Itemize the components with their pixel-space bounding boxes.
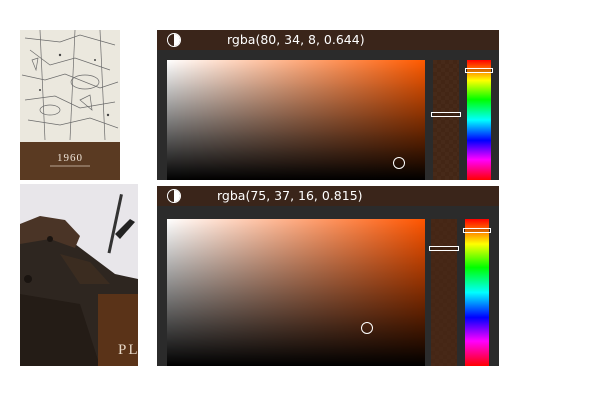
color-picker: rgba(80, 34, 8, 0.644) bbox=[157, 30, 499, 180]
map-1960-thumbnail[interactable]: 1960 bbox=[20, 30, 120, 180]
hue-slider-handle[interactable] bbox=[465, 68, 493, 73]
hue-slider[interactable] bbox=[465, 60, 493, 180]
contrast-icon[interactable] bbox=[167, 33, 181, 47]
hue-slider[interactable] bbox=[463, 219, 491, 366]
color-value-text: rgba(75, 37, 16, 0.815) bbox=[217, 188, 363, 203]
alpha-slider[interactable] bbox=[431, 60, 461, 180]
saturation-value-area[interactable] bbox=[167, 219, 425, 366]
alpha-slider-handle[interactable] bbox=[431, 112, 461, 117]
map-thumbnail-caption: 1960 bbox=[57, 152, 83, 164]
alpha-fill bbox=[433, 60, 459, 180]
saturation-value-area[interactable] bbox=[167, 60, 425, 180]
color-picker-header: rgba(80, 34, 8, 0.644) bbox=[157, 30, 499, 50]
hue-slider-handle[interactable] bbox=[463, 228, 491, 233]
shipwreck-thumbnail[interactable]: PL bbox=[20, 184, 138, 366]
color-picker: rgba(75, 37, 16, 0.815) bbox=[157, 186, 499, 366]
contrast-icon[interactable] bbox=[167, 189, 181, 203]
saturation-value-handle[interactable] bbox=[393, 157, 405, 169]
alpha-slider-handle[interactable] bbox=[429, 246, 459, 251]
alpha-slider[interactable] bbox=[429, 219, 459, 366]
shipwreck-thumbnail-caption: PL bbox=[118, 342, 138, 358]
alpha-fill bbox=[431, 219, 457, 366]
color-picker-header: rgba(75, 37, 16, 0.815) bbox=[157, 186, 499, 206]
saturation-value-handle[interactable] bbox=[361, 322, 373, 334]
color-value-text: rgba(80, 34, 8, 0.644) bbox=[227, 32, 365, 47]
